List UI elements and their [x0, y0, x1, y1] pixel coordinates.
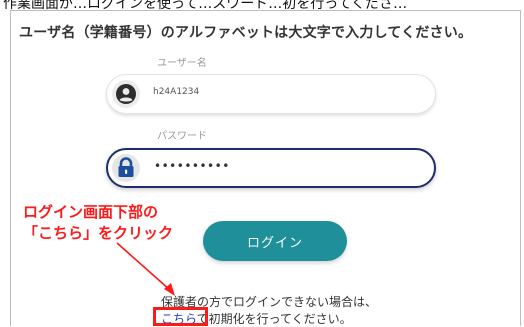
annotation-line1: ログイン画面下部の [23, 203, 159, 221]
guardian-line2-rest: で初期化を行ってください。 [196, 312, 352, 326]
username-value: h24A1234 [153, 87, 200, 97]
link-highlight-box [153, 307, 208, 326]
password-value: •••••••••• [154, 159, 230, 173]
annotation-line2: 「こちら」をクリック [23, 224, 174, 242]
notice-text: ユーザ名（学籍番号）のアルファベットは大文字で入力してください。 [19, 25, 473, 41]
user-circle-icon [112, 80, 140, 108]
login-button[interactable]: ログイン [203, 221, 347, 261]
password-label: パスワード [157, 131, 207, 142]
username-field[interactable]: h24A1234 [106, 74, 436, 114]
username-label: ユーザー名 [157, 58, 207, 69]
lock-icon [112, 154, 140, 182]
password-field[interactable]: •••••••••• [106, 148, 436, 188]
